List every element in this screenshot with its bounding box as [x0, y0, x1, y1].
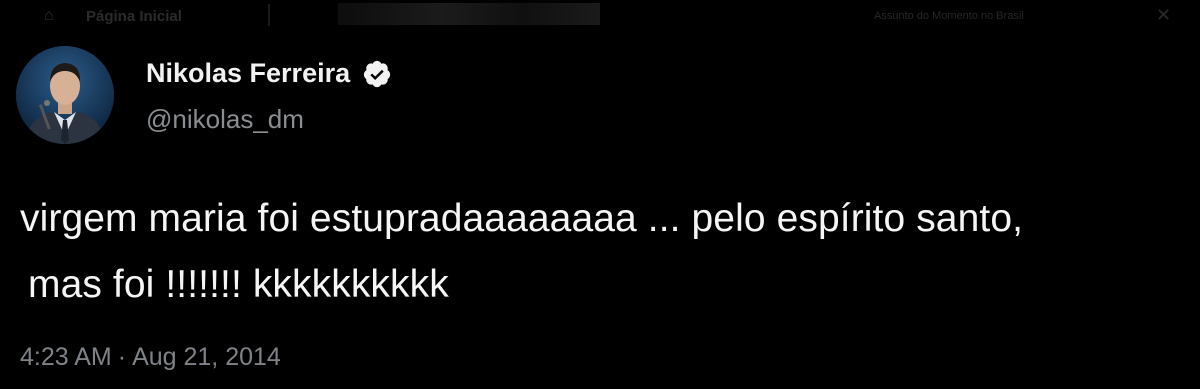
tweet-body: virgem maria foi estupradaaaaaaaa ... pe… — [20, 186, 1195, 318]
home-nav-label[interactable]: Página Inicial — [86, 8, 182, 25]
banner-image — [338, 3, 600, 25]
author-handle[interactable]: @nikolas_dm — [146, 104, 304, 135]
tweet-time[interactable]: 4:23 AM — [20, 343, 112, 371]
trending-label: Assunto do Momento no Brasil — [874, 10, 1024, 22]
tweet-text-line-1: virgem maria foi estupradaaaaaaaa ... pe… — [20, 197, 1024, 240]
verified-badge-icon — [363, 60, 391, 87]
meta-separator: · — [117, 343, 127, 371]
tweet-text-line-2: mas foi !!!!!!! kkkkkkkkkk — [28, 263, 449, 306]
background-top-bar: ⌂ Página Inicial Assunto do Momento no B… — [0, 0, 1200, 34]
tweet-date[interactable]: Aug 21, 2014 — [132, 343, 281, 371]
author-name-row[interactable]: Nikolas Ferreira — [146, 58, 392, 89]
close-icon[interactable]: ✕ — [1156, 6, 1171, 24]
avatar[interactable] — [16, 46, 114, 144]
home-icon[interactable]: ⌂ — [44, 8, 60, 24]
author-name[interactable]: Nikolas Ferreira — [146, 58, 350, 89]
tweet-timestamp[interactable]: 4:23 AM · Aug 21, 2014 — [20, 343, 281, 372]
avatar-photo — [16, 46, 114, 144]
divider — [268, 4, 270, 26]
